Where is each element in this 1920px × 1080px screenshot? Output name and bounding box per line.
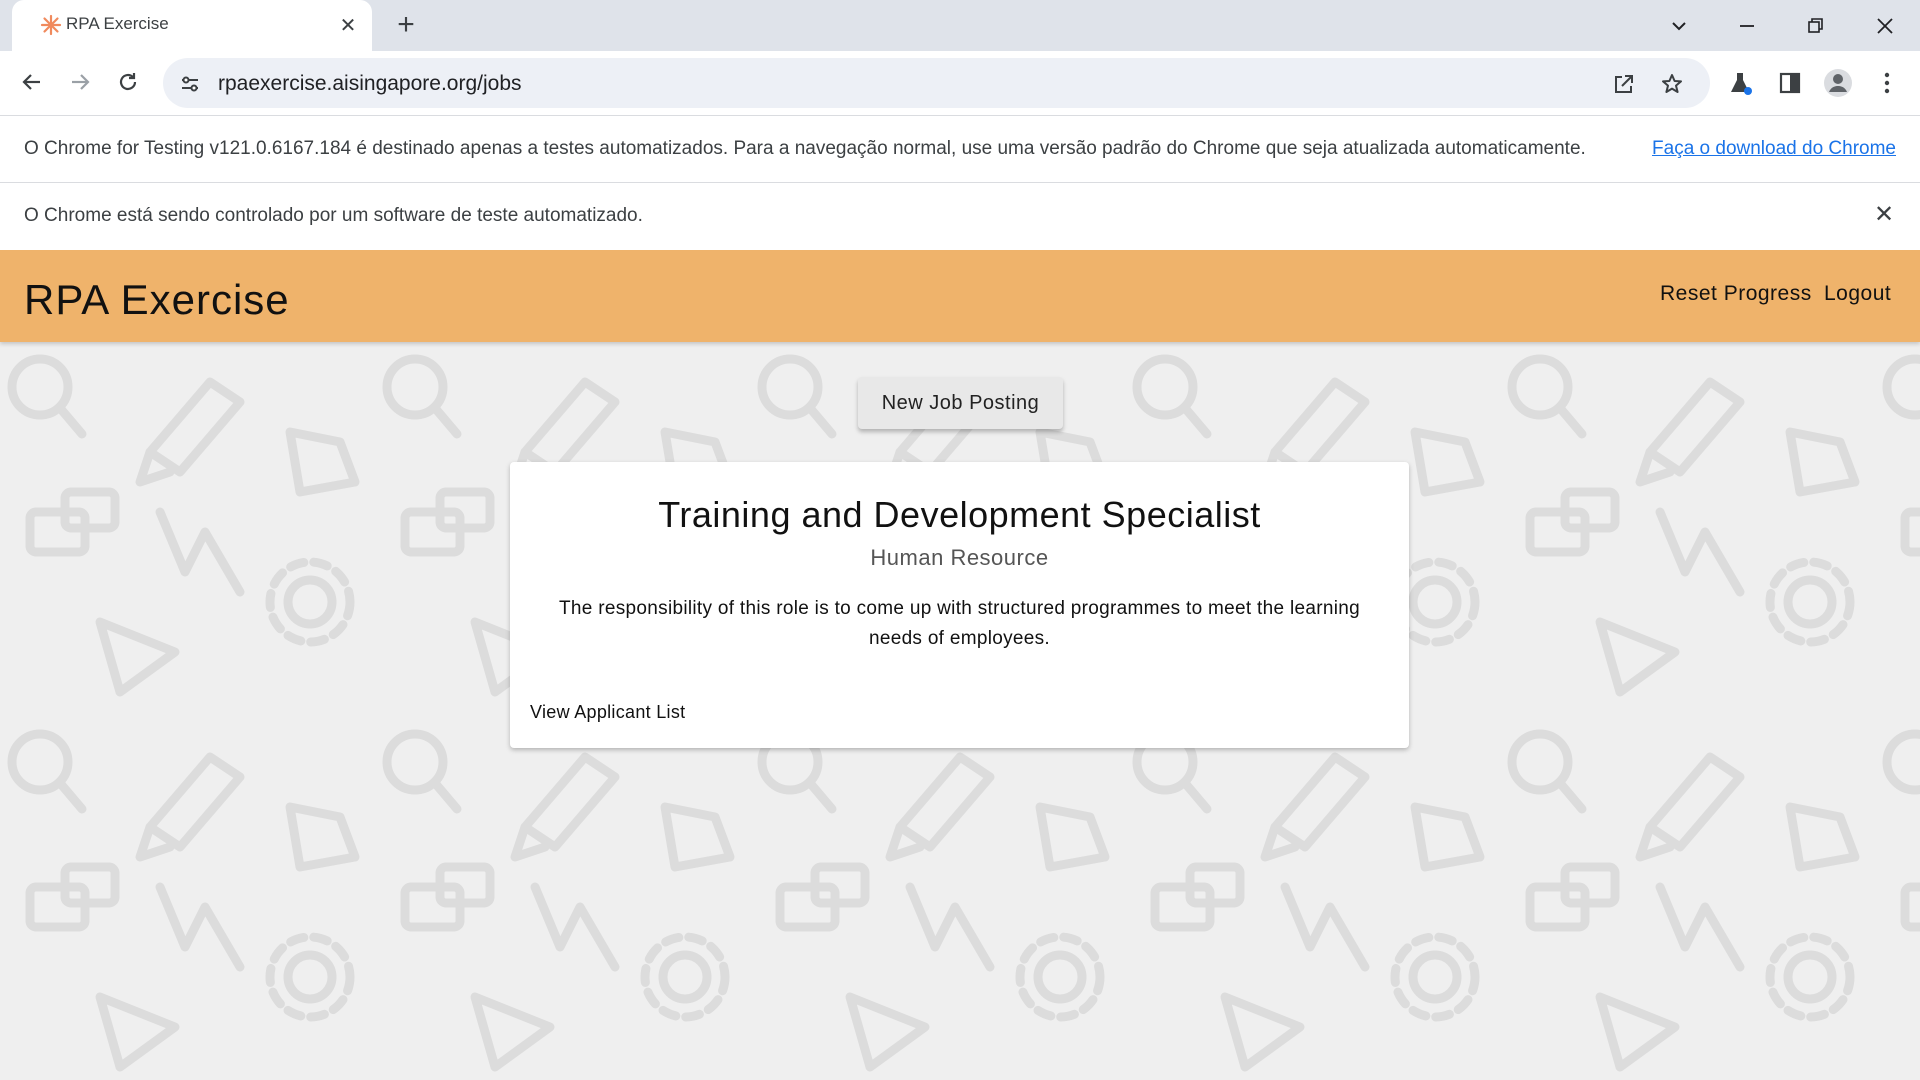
side-panel-icon[interactable] [1775,68,1805,98]
testing-infobar-text: O Chrome for Testing v121.0.6167.184 é d… [24,138,1586,159]
automation-infobar: O Chrome está sendo controlado por um so… [0,182,1920,250]
testing-infobar: O Chrome for Testing v121.0.6167.184 é d… [0,115,1920,183]
job-card: Training and Development Specialist Huma… [510,462,1409,748]
tab-search-icon[interactable] [1663,10,1695,42]
job-description: The responsibility of this role is to co… [559,598,1360,649]
reload-icon[interactable] [111,65,145,99]
logout-link[interactable]: Logout [1824,282,1891,306]
address-bar[interactable]: rpaexercise.aisingapore.org/jobs [163,58,1710,108]
bookmark-star-icon[interactable] [1658,70,1686,98]
job-department: Human Resource [870,545,1049,570]
site-info-icon[interactable] [176,70,204,98]
menu-kebab-icon[interactable] [1872,68,1902,98]
close-infobar-icon[interactable]: ✕ [1870,201,1898,229]
tab-title: RPA Exercise [66,14,169,33]
profile-avatar-icon[interactable] [1823,68,1853,98]
browser-toolbar: rpaexercise.aisingapore.org/jobs [0,51,1920,115]
testing-extension-icon[interactable] [1726,68,1756,98]
download-chrome-link[interactable]: Faça o download do Chrome [1652,138,1896,160]
new-tab-icon[interactable]: + [392,10,420,40]
restore-icon[interactable] [1800,10,1832,42]
page-content: RPA Exercise Reset Progress Logout New J… [0,250,1920,1080]
back-icon[interactable] [15,65,49,99]
view-applicant-list-link[interactable]: View Applicant List [530,702,685,723]
share-icon[interactable] [1610,70,1638,98]
job-title: Training and Development Specialist [658,494,1261,535]
url-text: rpaexercise.aisingapore.org/jobs [218,72,522,95]
minimize-icon[interactable] [1731,10,1763,42]
reset-progress-link[interactable]: Reset Progress [1660,282,1812,306]
tab-strip: RPA Exercise ✕ + [0,0,1920,51]
app-header: RPA Exercise Reset Progress Logout [0,250,1920,342]
close-tab-icon[interactable]: ✕ [335,12,361,38]
browser-tab[interactable]: RPA Exercise ✕ [12,0,372,51]
app-brand[interactable]: RPA Exercise [24,276,290,324]
new-job-posting-button[interactable]: New Job Posting [858,377,1063,429]
close-window-icon[interactable] [1869,10,1901,42]
forward-icon[interactable] [63,65,97,99]
automation-infobar-text: O Chrome está sendo controlado por um so… [24,205,643,226]
favicon-icon [39,13,63,37]
